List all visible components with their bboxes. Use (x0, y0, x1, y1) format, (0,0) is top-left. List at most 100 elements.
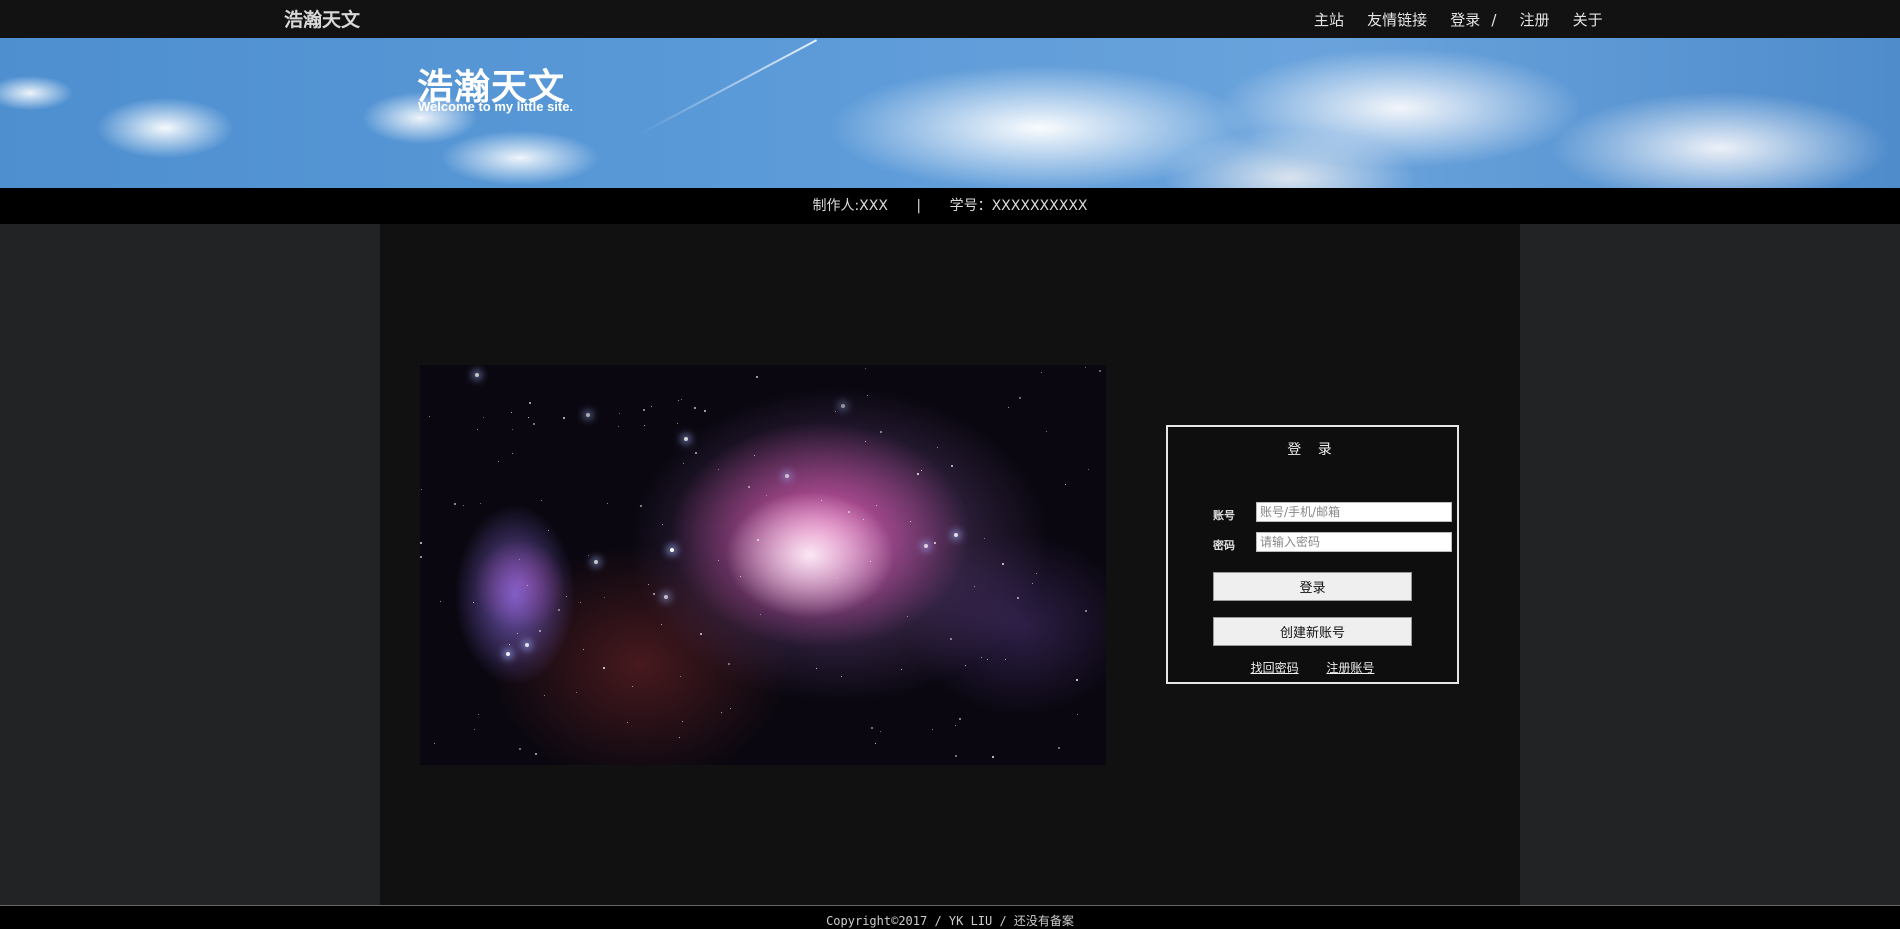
star-dot (785, 474, 789, 478)
star-dot (1017, 597, 1019, 599)
star-dot (454, 503, 456, 505)
star-dot (704, 410, 706, 412)
star-dot (984, 538, 985, 539)
star-dot (440, 601, 441, 602)
site-brand[interactable]: 浩瀚天文 (284, 5, 360, 32)
star-dot (477, 429, 478, 430)
star-dot (924, 544, 928, 548)
footer: Copyright©2017 / YK LIU / 还没有备案 (0, 905, 1900, 929)
star-dot (1085, 367, 1086, 368)
create-account-button[interactable]: 创建新账号 (1213, 617, 1412, 646)
star-dot (506, 652, 510, 656)
star-dot (434, 743, 435, 744)
star-dot (627, 722, 628, 723)
credits-divider: | (916, 198, 922, 214)
star-dot (880, 431, 882, 433)
star-dot (475, 373, 479, 377)
nav-link-friends[interactable]: 友情链接 (1367, 9, 1427, 30)
star-dot (871, 727, 873, 729)
star-dot (1019, 397, 1021, 399)
star-dot (604, 597, 605, 598)
star-dot (679, 737, 680, 738)
star-dot (535, 753, 537, 755)
star-dot (664, 595, 668, 599)
star-dot (517, 633, 518, 634)
star-dot (951, 465, 953, 467)
nav-link-register[interactable]: 注册 (1519, 9, 1549, 30)
forgot-password-link[interactable]: 找回密码 (1251, 661, 1299, 675)
contrail-decoration (639, 39, 818, 135)
star-dot (700, 633, 702, 635)
nav-link-about[interactable]: 关于 (1573, 9, 1603, 30)
star-dot (653, 593, 655, 595)
star-dot (421, 489, 422, 490)
star-dot (588, 555, 589, 556)
star-dot (511, 412, 512, 413)
star-dot (1065, 484, 1066, 485)
star-dot (965, 665, 966, 666)
star-dot (981, 657, 982, 658)
star-dot (760, 614, 761, 615)
star-dot (1036, 573, 1037, 574)
copyright-text: Copyright©2017 / YK LIU / 还没有备案 (826, 914, 1074, 928)
star-dot (576, 692, 577, 693)
star-dot (429, 416, 430, 417)
star-dot (474, 729, 475, 730)
star-dot (586, 413, 590, 417)
star-dot (529, 402, 531, 404)
star-dot (865, 368, 866, 369)
password-label: 密码 (1213, 539, 1235, 552)
login-box: 登 录 账号 密码 登录 创建新账号 找回密码 注册账号 (1166, 425, 1459, 684)
star-dot (678, 400, 679, 401)
star-dot (677, 423, 678, 424)
star-dot (420, 542, 422, 544)
nav-link-login[interactable]: 登录 (1450, 9, 1480, 30)
star-dot (740, 576, 741, 577)
banner-subtitle: Welcome to my little site. (418, 99, 574, 114)
star-dot (594, 560, 598, 564)
star-dot (835, 411, 836, 412)
account-input[interactable] (1256, 502, 1452, 522)
star-dot (907, 616, 908, 617)
star-dot (682, 721, 683, 722)
star-dot (718, 469, 719, 470)
star-dot (867, 395, 868, 396)
star-dot (541, 500, 542, 501)
nav-link-home[interactable]: 主站 (1314, 9, 1344, 30)
login-button[interactable]: 登录 (1213, 572, 1412, 601)
star-dot (463, 505, 464, 506)
star-dot (728, 663, 730, 665)
star-dot (684, 437, 688, 441)
star-dot (533, 423, 535, 425)
password-input[interactable] (1256, 532, 1452, 552)
star-dot (841, 404, 845, 408)
star-dot (721, 712, 722, 713)
star-dot (870, 561, 871, 562)
star-dot (544, 695, 545, 696)
star-dot (694, 407, 696, 409)
star-dot (865, 441, 866, 442)
star-dot (512, 429, 513, 430)
star-dot (1041, 372, 1042, 373)
star-dot (837, 577, 838, 578)
star-dot (863, 519, 864, 520)
student-id: 学号：XXXXXXXXXX (949, 198, 1088, 214)
orion-nebula-image (420, 365, 1106, 765)
credits-bar: 制作人:XXX | 学号：XXXXXXXXXX (0, 188, 1900, 224)
star-dot (954, 533, 958, 537)
star-dot (875, 743, 876, 744)
star-dot (974, 586, 975, 587)
star-dot (603, 667, 605, 669)
star-dot (548, 530, 549, 531)
star-dot (730, 708, 731, 709)
star-dot (478, 714, 479, 715)
star-dot (498, 461, 499, 462)
star-dot (580, 602, 581, 603)
register-account-link[interactable]: 注册账号 (1326, 661, 1374, 675)
star-dot (607, 503, 608, 504)
star-dot (512, 453, 513, 454)
star-dot (525, 643, 529, 647)
star-dot (880, 731, 881, 732)
star-dot (932, 729, 933, 730)
star-dot (1046, 431, 1047, 432)
